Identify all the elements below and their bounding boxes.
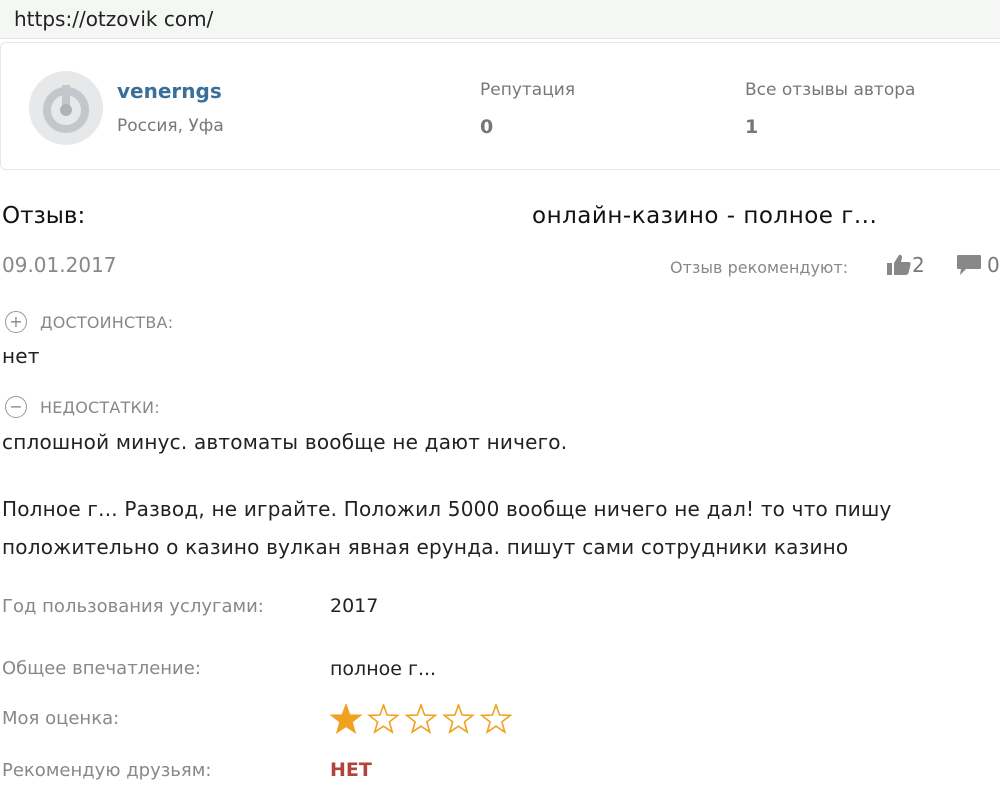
all-reviews-label[interactable]: Все отзывы автора [745, 80, 915, 100]
star-icon-empty [441, 704, 476, 734]
plus-circle-icon: + [5, 311, 27, 333]
impression-label: Общее впечатление: [2, 658, 201, 679]
recommend-friends-value: НЕТ [330, 759, 372, 781]
star-icon-empty [479, 704, 513, 734]
review-title: онлайн-казино - полное г... [532, 203, 878, 229]
star-icon-empty [366, 704, 401, 734]
impression-value: полное г... [330, 658, 437, 680]
review-heading: Отзыв: [2, 203, 86, 229]
address-bar[interactable]: https://otzovik com/ [0, 0, 1000, 39]
pros-label: ДОСТОИНСТВА: [40, 313, 174, 332]
thumbs-up-icon[interactable] [886, 254, 912, 276]
author-location: Россия, Уфа [117, 116, 224, 136]
recommend-label: Отзыв рекомендуют: [670, 258, 849, 277]
author-card: venerngs Россия, Уфа Репутация 0 Все отз… [0, 42, 1000, 170]
reputation-value: 0 [480, 116, 494, 138]
url-text: https://otzovik com/ [14, 7, 214, 31]
all-reviews-count[interactable]: 1 [745, 116, 758, 138]
recommend-friends-label: Рекомендую друзьям: [2, 760, 212, 781]
likes-count: 2 [912, 253, 925, 277]
review-body: Полное г... Развод, не играйте. Положил … [2, 490, 997, 566]
year-label: Год пользования услугами: [2, 596, 264, 617]
cons-label: НЕДОСТАТКИ: [40, 398, 160, 417]
reputation-label: Репутация [480, 80, 576, 100]
avatar[interactable] [29, 71, 103, 145]
star-icon-empty [404, 704, 438, 734]
comment-bubble-icon[interactable] [956, 254, 982, 276]
star-icon-filled [330, 704, 363, 734]
star-rating [330, 704, 513, 734]
cons-text: сплошной минус. автоматы вообще не дают … [2, 430, 568, 454]
review-body-line: Полное г... Развод, не играйте. Положил … [2, 497, 892, 521]
avatar-placeholder-icon [33, 75, 99, 141]
comments-count: 0 [987, 253, 1000, 277]
minus-circle-icon: − [5, 396, 27, 418]
pros-text: нет [2, 344, 40, 368]
year-value: 2017 [330, 595, 379, 617]
rating-label: Моя оценка: [2, 708, 120, 729]
review-date: 09.01.2017 [2, 253, 117, 277]
author-username[interactable]: venerngs [117, 79, 222, 103]
review-body-line: положительно о казино вулкан явная ерунд… [2, 535, 849, 559]
